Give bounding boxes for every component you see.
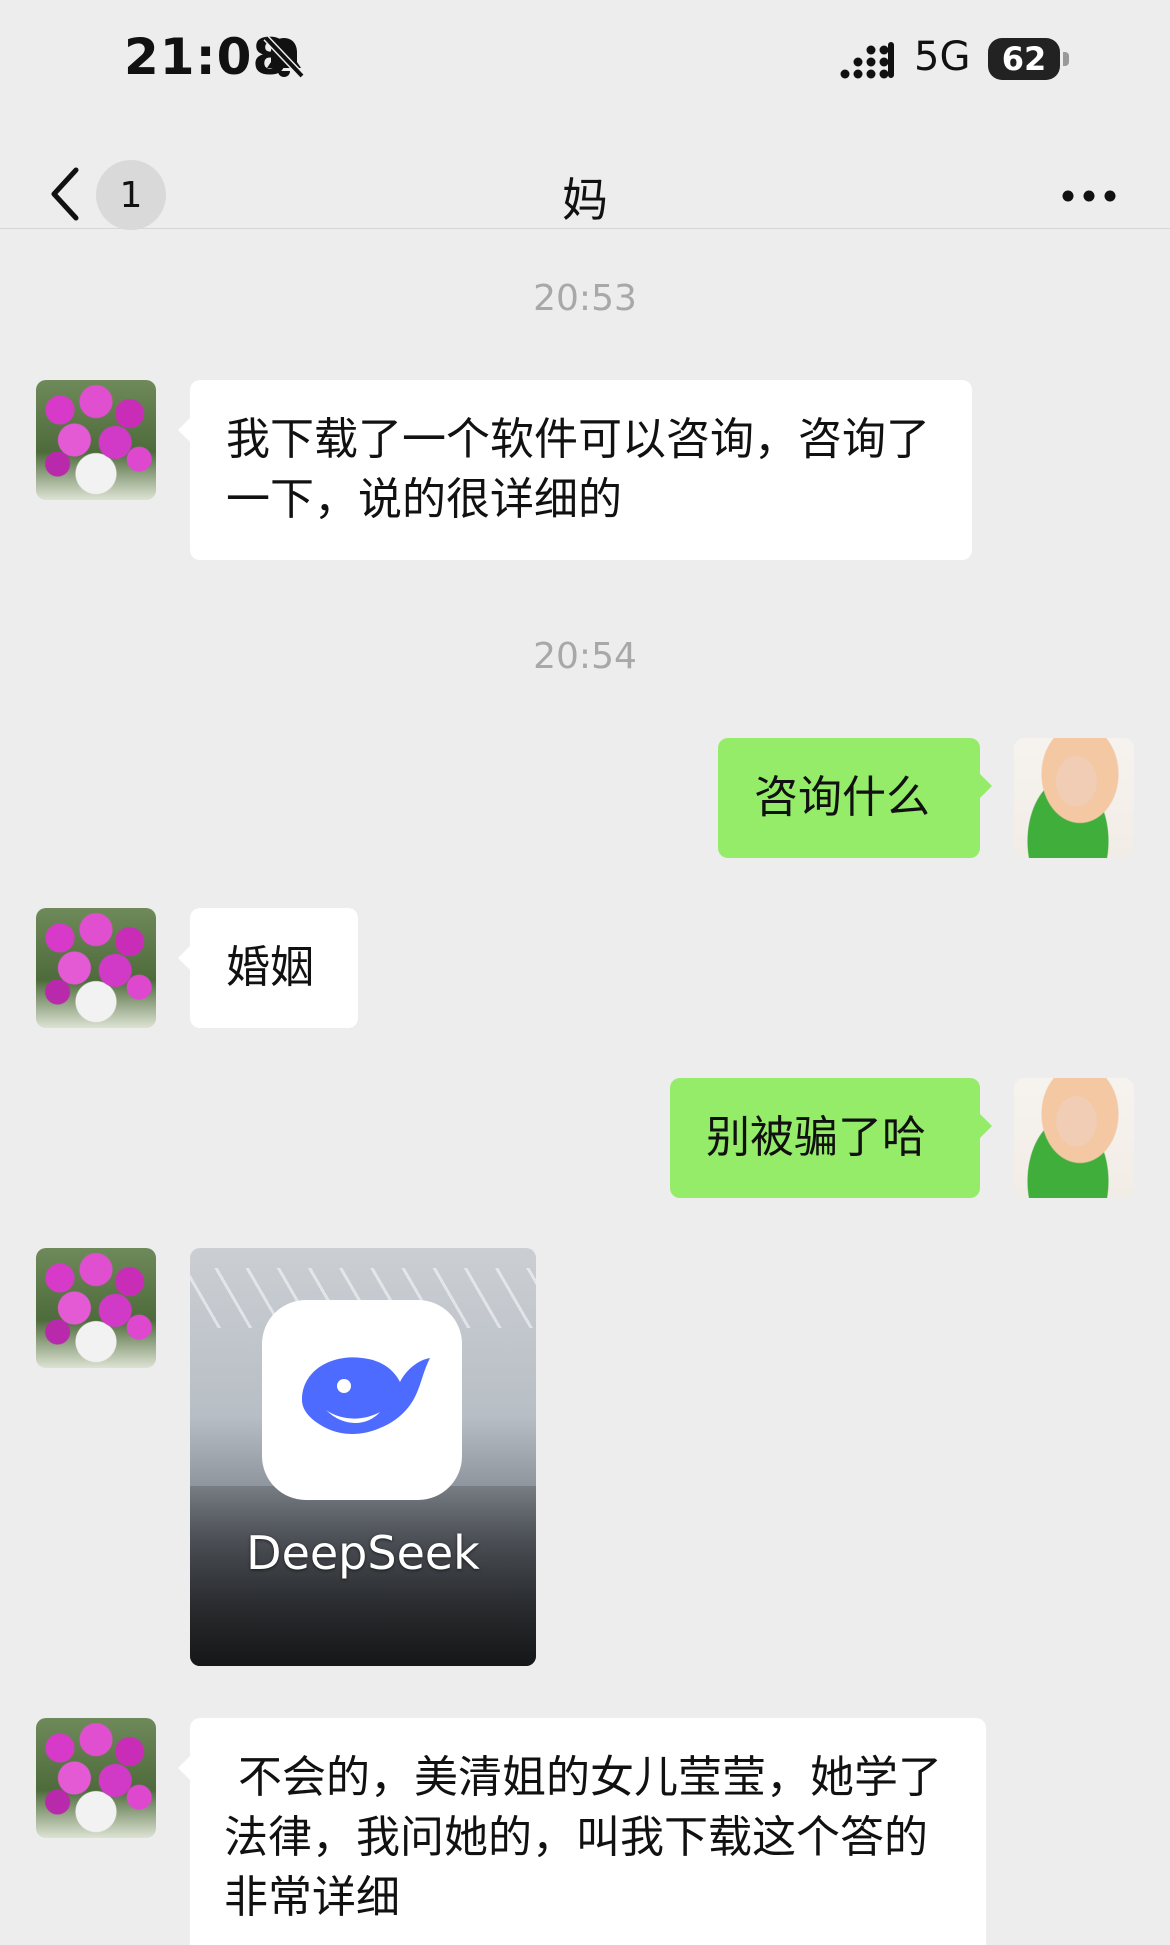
message-bubble-left[interactable]: 我下载了一个软件可以咨询，咨询了一下，说的很详细的 — [178, 380, 972, 560]
message-timestamp: 20:53 — [533, 278, 637, 319]
battery-indicator: 62 — [988, 38, 1060, 80]
deepseek-whale-icon — [302, 1357, 430, 1434]
message-text: 咨询什么 — [754, 772, 930, 823]
contact-avatar[interactable] — [36, 1718, 156, 1838]
contact-avatar[interactable] — [36, 380, 156, 500]
message-bubble-right[interactable]: 咨询什么 — [718, 738, 992, 858]
app-label: DeepSeek — [246, 1526, 480, 1580]
chat-title: 妈 — [562, 173, 608, 227]
contact-avatar[interactable] — [36, 1248, 156, 1368]
message-bubble-left[interactable]: 不会的，美清姐的女儿莹莹，她学了法律，我问她的，叫我下载这个答的非常详细 — [178, 1718, 986, 1945]
message-text: 婚姻 — [226, 942, 314, 993]
battery-level: 62 — [1001, 40, 1047, 78]
network-type: 5G — [914, 34, 971, 80]
more-dots-icon[interactable] — [1062, 186, 1116, 206]
battery-tip — [1063, 52, 1069, 66]
message-text: 别被骗了哈 — [706, 1112, 926, 1163]
my-avatar[interactable] — [1014, 1078, 1134, 1198]
signal-icon — [840, 42, 894, 79]
nav-bar: 1 妈 — [0, 120, 1170, 230]
bell-slash-icon — [263, 35, 305, 79]
message-bubble-right[interactable]: 别被骗了哈 — [670, 1078, 992, 1198]
contact-avatar[interactable] — [36, 908, 156, 1028]
message-bubble-left[interactable]: 婚姻 — [178, 908, 358, 1028]
message-timestamp: 20:54 — [533, 636, 637, 677]
status-bar: 21:08 5G 62 — [0, 0, 1170, 120]
chat-screen: 21:08 5G 62 1 妈 20:53 我下载了一个软件可以咨询，咨询了一下… — [0, 0, 1170, 1945]
message-text: 不会的，美清姐的女儿莹莹，她学了法律，我问她的，叫我下载这个答的非常详细 — [224, 1752, 942, 1923]
image-message[interactable]: DeepSeek — [190, 1248, 536, 1666]
app-icon — [262, 1300, 462, 1500]
my-avatar[interactable] — [1014, 738, 1134, 858]
message-text: 我下载了一个软件可以咨询，咨询了一下，说的很详细的 — [226, 414, 930, 525]
